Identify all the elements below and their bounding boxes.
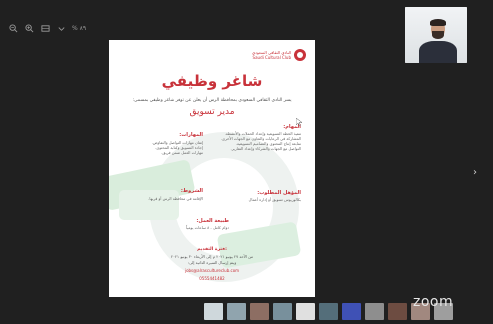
speaker-body <box>419 41 457 63</box>
participant-thumbnail[interactable] <box>227 303 246 320</box>
chevron-down-icon[interactable] <box>56 23 66 33</box>
contact-email: jobs@alrascultureclub.com <box>184 268 240 273</box>
deadline-dates: من الأحد ٢٧ يونيو ٢٠٢١ م إلى الأربعاء ٣٠… <box>170 254 254 259</box>
zoom-out-icon[interactable] <box>8 23 18 33</box>
zoom-in-icon[interactable] <box>24 23 34 33</box>
zoom-watermark-logo: zoom <box>413 294 454 310</box>
flyer-intro: يسر النادي الثقافي السعودي بمحافظة الرس … <box>132 98 292 103</box>
mouse-cursor-icon <box>296 118 302 126</box>
flyer-title: شاغر وظيفي <box>161 72 263 90</box>
logo-mark-icon <box>294 49 306 61</box>
zoom-meeting-window: % ٨٩ › النادي الثقافي السعودي Saudi Cult… <box>0 0 493 324</box>
participant-thumbnail[interactable] <box>342 303 361 320</box>
speaker-video[interactable] <box>405 7 467 63</box>
zoom-level[interactable]: % ٨٩ <box>72 25 86 32</box>
contact-phone: 0555441482 <box>199 276 225 281</box>
qualification-heading: المؤهل المطلوب: <box>257 190 301 196</box>
skills-line: مهارات العمل ضمن فريق. <box>161 150 203 155</box>
speaker-hair <box>430 19 446 26</box>
participant-thumbnail[interactable] <box>319 303 338 320</box>
tasks-line: التواصل مع الجهات والشركاء وإعداد التقار… <box>230 146 301 151</box>
participant-thumbnail[interactable] <box>250 303 269 320</box>
conditions-line: الإقامة في محافظة الرس أو قربها. <box>148 196 203 201</box>
fit-page-icon[interactable] <box>40 23 50 33</box>
speaker-beard <box>432 31 444 39</box>
participant-thumbnail[interactable] <box>365 303 384 320</box>
work-type-line: دوام كامل - ٨ ساعات يومياً <box>186 225 229 230</box>
next-page-arrow-icon[interactable]: › <box>470 165 480 179</box>
conditions-heading: الشروط: <box>180 188 203 194</box>
job-flyer-document: النادي الثقافي السعودي Saudi Cultural Cl… <box>109 40 315 297</box>
participant-thumbnail[interactable] <box>204 303 223 320</box>
job-position: مدير تسويق <box>189 107 235 117</box>
participant-thumbnail[interactable] <box>273 303 292 320</box>
skills-heading: المهارات: <box>179 132 203 138</box>
document-toolbar: % ٨٩ <box>8 21 86 35</box>
logo-text-en: Saudi Cultural Club <box>252 55 291 60</box>
qualification-line: بكالوريوس تسويق أو إدارة أعمال <box>248 197 301 202</box>
work-type-heading: طبيعة العمل: <box>196 218 229 224</box>
deadline-heading: فترة التقديم: <box>197 247 227 252</box>
participant-thumbnail[interactable] <box>388 303 407 320</box>
deadline-instructions: ويتم إرسال السيرة الذاتية إلى: <box>187 260 237 265</box>
decor-shape <box>119 190 179 220</box>
participant-thumbnail[interactable] <box>296 303 315 320</box>
club-logo: النادي الثقافي السعودي Saudi Cultural Cl… <box>252 49 306 61</box>
